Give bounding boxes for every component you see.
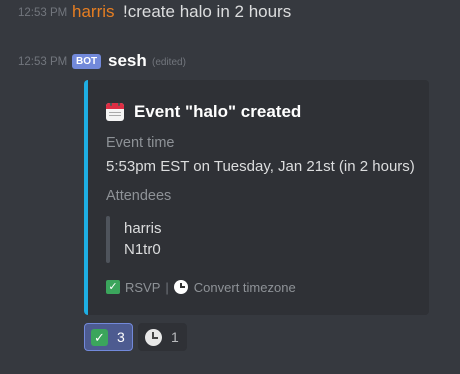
- clock-icon: [173, 280, 188, 294]
- convert-timezone-label: Convert timezone: [193, 279, 296, 295]
- check-icon: ✓: [106, 280, 120, 294]
- reaction-count: 1: [171, 329, 179, 345]
- embed-title: Event "halo" created: [134, 102, 302, 121]
- embed-title-row: Event "halo" created: [106, 100, 301, 124]
- message-text: !create halo in 2 hours: [123, 2, 292, 21]
- author-name[interactable]: harris: [72, 2, 115, 22]
- embed-accent-stripe: [84, 80, 88, 315]
- message-harris: 12:53 PM harris !create halo in 2 hours: [0, 0, 460, 28]
- author-name[interactable]: sesh: [108, 51, 147, 71]
- bot-tag: BOT: [72, 54, 102, 69]
- footer-separator: |: [165, 279, 169, 295]
- rsvp-label: RSVP: [125, 279, 161, 295]
- embed-footer: ✓ RSVP | Convert timezone: [106, 278, 296, 296]
- reaction-clock[interactable]: 1: [138, 323, 187, 351]
- event-time-value: 5:53pm EST on Tuesday, Jan 21st (in 2 ho…: [106, 158, 415, 175]
- attendees-quote-bar: [106, 216, 110, 263]
- clock-icon: [145, 328, 162, 346]
- attendee-item: N1tr0: [124, 241, 161, 258]
- event-time-label: Event time: [106, 135, 175, 151]
- attendee-item: harris: [124, 220, 162, 237]
- message-timestamp: 12:53 PM: [18, 56, 68, 68]
- calendar-icon: [106, 103, 124, 121]
- reaction-check[interactable]: ✓ 3: [84, 323, 133, 351]
- attendees-label: Attendees: [106, 188, 172, 204]
- edited-label: (edited): [152, 57, 186, 68]
- check-icon: ✓: [91, 328, 108, 346]
- event-embed: Event "halo" created Event time 5:53pm E…: [84, 80, 429, 315]
- reaction-count: 3: [117, 329, 125, 345]
- message-timestamp: 12:53 PM: [18, 7, 68, 19]
